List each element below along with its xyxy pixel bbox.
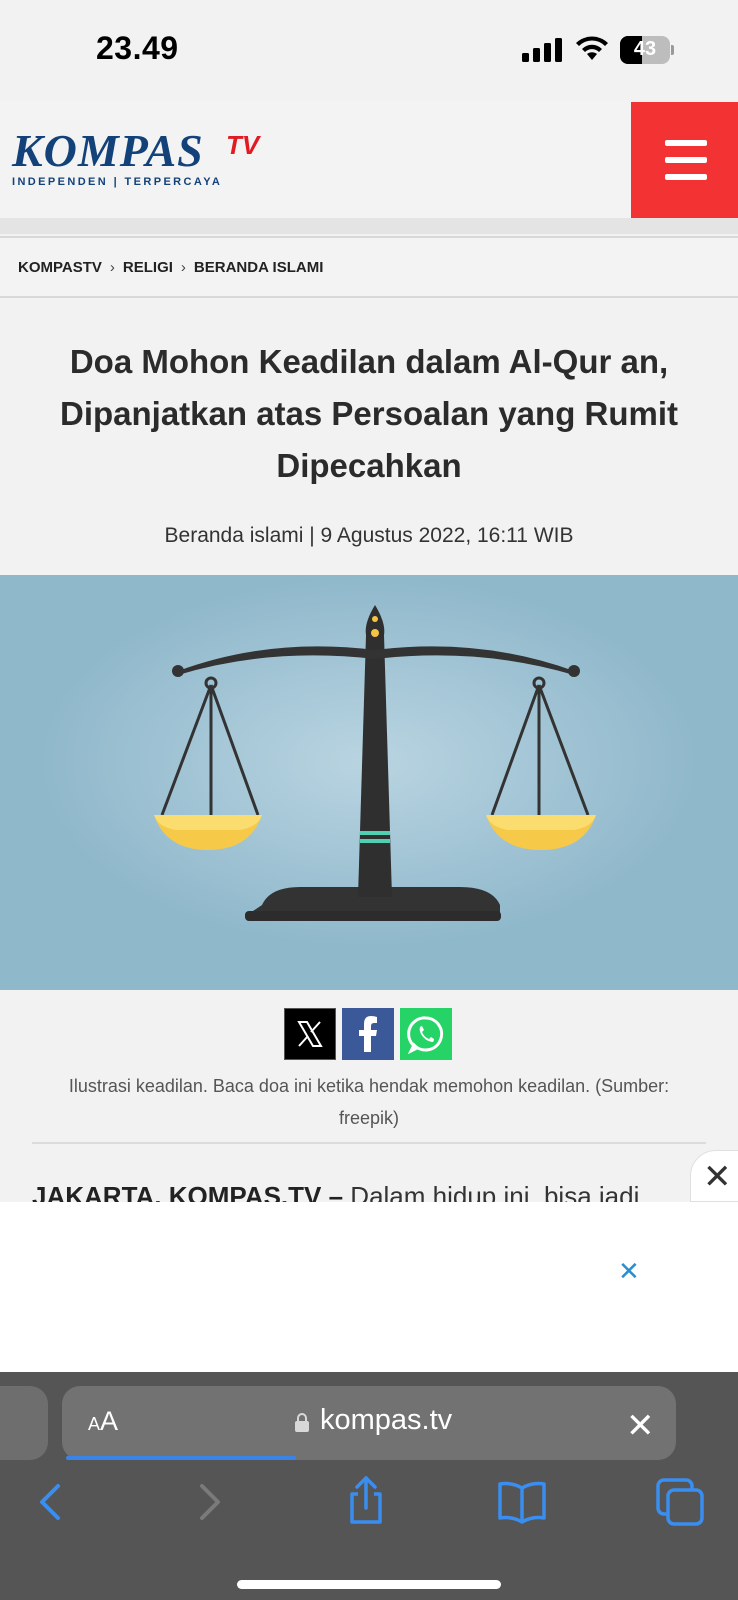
text-size-button[interactable]: AA bbox=[88, 1406, 118, 1437]
address-bar[interactable]: AA kompas.tv ✕ bbox=[62, 1386, 676, 1460]
text-size-small-a: A bbox=[88, 1414, 101, 1434]
forward-arrow-icon[interactable] bbox=[180, 1472, 240, 1532]
share-facebook-button[interactable] bbox=[342, 1008, 394, 1060]
status-time: 23.49 bbox=[96, 30, 179, 66]
battery-percent: 43 bbox=[633, 38, 657, 60]
site-header: KOMPAS TV INDEPENDEN | TERPERCAYA bbox=[0, 102, 738, 218]
caption-divider bbox=[32, 1142, 706, 1144]
share-buttons bbox=[284, 1008, 452, 1060]
wifi-icon bbox=[576, 36, 608, 60]
browser-toolbar bbox=[0, 1472, 738, 1542]
article-meta: Beranda islami | 9 Agustus 2022, 16:11 W… bbox=[164, 524, 574, 547]
image-caption: Ilustrasi keadilan. Baca doa ini ketika … bbox=[68, 1076, 670, 1128]
x-logo-icon bbox=[297, 1021, 323, 1047]
share-whatsapp-button[interactable] bbox=[400, 1008, 452, 1060]
ad-close-icon[interactable]: ✕ bbox=[618, 1256, 640, 1287]
header-divider bbox=[0, 218, 738, 234]
chevron-right-icon: › bbox=[180, 258, 186, 276]
breadcrumb: KOMPASTV › RELIGI › BERANDA ISLAMI bbox=[0, 236, 738, 298]
stop-loading-close-icon[interactable]: ✕ bbox=[626, 1406, 655, 1446]
breadcrumb-religi[interactable]: RELIGI bbox=[123, 259, 173, 276]
previous-tab-preview[interactable] bbox=[0, 1386, 48, 1460]
page-load-progress-bar bbox=[66, 1456, 296, 1460]
bookmarks-icon[interactable] bbox=[492, 1472, 552, 1532]
status-bar: 23.49 43 bbox=[0, 0, 738, 100]
page: 23.49 43 KOMPAS TV INDEPENDEN | TERPERCA… bbox=[0, 0, 738, 1600]
ad-close-tab-button[interactable]: ✕ bbox=[690, 1150, 738, 1202]
share-icon[interactable] bbox=[336, 1472, 396, 1532]
back-arrow-icon[interactable] bbox=[20, 1472, 80, 1532]
article-lead-text: Dalam hidup ini, bisa jadi bbox=[350, 1181, 640, 1202]
article-title: Doa Mohon Keadilan dalam Al-Qur an, Dipa… bbox=[59, 343, 679, 484]
facebook-icon bbox=[359, 1016, 377, 1052]
browser-chrome: AA kompas.tv ✕ bbox=[0, 1372, 738, 1600]
chevron-right-icon: › bbox=[109, 258, 115, 276]
share-x-button[interactable] bbox=[284, 1008, 336, 1060]
lock-icon bbox=[295, 1413, 309, 1432]
logo-tv-mark: TV bbox=[226, 130, 260, 160]
text-size-big-a: A bbox=[100, 1406, 119, 1436]
article-dateline: JAKARTA, KOMPAS.TV – bbox=[32, 1181, 351, 1202]
kompas-tv-logo[interactable]: KOMPAS TV INDEPENDEN | TERPERCAYA bbox=[12, 125, 259, 189]
cellular-signal-icon bbox=[522, 38, 562, 62]
tabs-icon[interactable] bbox=[650, 1472, 710, 1532]
hamburger-menu-button[interactable] bbox=[631, 102, 738, 218]
whatsapp-icon bbox=[407, 1016, 444, 1054]
logo-tagline: INDEPENDEN | TERPERCAYA bbox=[12, 176, 223, 188]
breadcrumb-beranda-islami[interactable]: BERANDA ISLAMI bbox=[194, 259, 323, 276]
menu-line-icon bbox=[665, 157, 707, 163]
menu-line-icon bbox=[665, 174, 707, 180]
scales-of-justice-illustration bbox=[0, 575, 738, 990]
close-icon: ✕ bbox=[703, 1158, 732, 1196]
home-indicator[interactable] bbox=[237, 1580, 501, 1589]
menu-line-icon bbox=[665, 140, 707, 146]
battery-icon: 43 bbox=[620, 36, 674, 64]
breadcrumb-kompastv[interactable]: KOMPASTV bbox=[18, 259, 102, 276]
sticky-ad-banner: ✕ bbox=[0, 1202, 738, 1372]
logo-wordmark: KOMPAS bbox=[12, 125, 204, 176]
article-lead-paragraph: JAKARTA, KOMPAS.TV – Dalam hidup ini, bi… bbox=[32, 1176, 692, 1202]
url-text: kompas.tv bbox=[320, 1404, 453, 1436]
article-hero-image bbox=[0, 575, 738, 990]
